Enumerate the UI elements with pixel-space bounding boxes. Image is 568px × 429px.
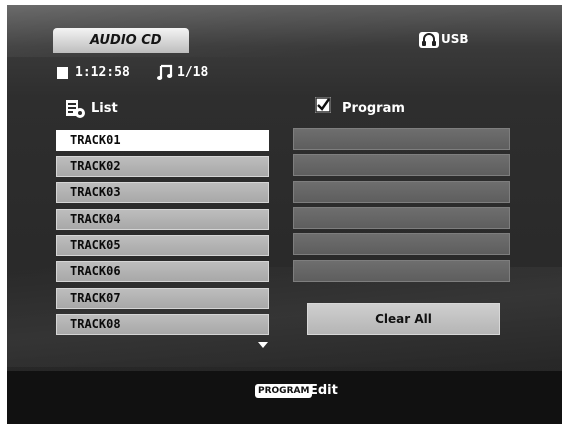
- usb-label: USB: [441, 32, 469, 46]
- list-label: List: [91, 101, 118, 116]
- track-label: TRACK03: [70, 185, 121, 199]
- program-slot-1[interactable]: [293, 128, 510, 150]
- track-label: TRACK07: [70, 291, 121, 305]
- list-icon: [65, 99, 85, 123]
- edit-label: Edit: [309, 383, 338, 398]
- program-slot-4[interactable]: [293, 207, 510, 229]
- scroll-down-icon[interactable]: [258, 342, 268, 348]
- program-slot-3[interactable]: [293, 181, 510, 203]
- clear-all-button[interactable]: Clear All: [307, 303, 500, 335]
- track-item-3[interactable]: TRACK03: [56, 182, 269, 203]
- stop-icon: [57, 67, 68, 79]
- tab-audio-cd-label: AUDIO CD: [90, 33, 162, 48]
- program-slot-2[interactable]: [293, 154, 510, 176]
- track-item-8[interactable]: TRACK08: [56, 314, 269, 335]
- track-item-2[interactable]: TRACK02: [56, 156, 269, 177]
- track-item-4[interactable]: TRACK04: [56, 209, 269, 230]
- track-label: TRACK08: [70, 317, 121, 331]
- track-counter: 1/18: [177, 65, 209, 80]
- clear-all-label: Clear All: [375, 312, 432, 326]
- checkbox-icon[interactable]: [315, 97, 331, 113]
- track-label: TRACK02: [70, 159, 121, 173]
- track-item-5[interactable]: TRACK05: [56, 235, 269, 256]
- program-slot-5[interactable]: [293, 233, 510, 255]
- track-label: TRACK01: [70, 133, 121, 147]
- track-label: TRACK05: [70, 238, 121, 252]
- program-slot-6[interactable]: [293, 260, 510, 282]
- track-item-1[interactable]: TRACK01: [56, 130, 269, 151]
- track-item-7[interactable]: TRACK07: [56, 288, 269, 309]
- program-label: Program: [342, 101, 405, 116]
- music-note-icon: [157, 63, 173, 85]
- program-key-badge: PROGRAM: [255, 384, 313, 398]
- footer-bar: PROGRAM Edit: [7, 371, 562, 424]
- tab-audio-cd[interactable]: AUDIO CD: [53, 28, 189, 53]
- track-item-6[interactable]: TRACK06: [56, 261, 269, 282]
- elapsed-time: 1:12:58: [75, 65, 130, 80]
- track-label: TRACK06: [70, 264, 121, 278]
- dvd-osd-screen: AUDIO CD USB 1:12:58 1/18 List Program T…: [7, 5, 562, 424]
- track-label: TRACK04: [70, 212, 121, 226]
- headphone-usb-icon: [419, 32, 439, 48]
